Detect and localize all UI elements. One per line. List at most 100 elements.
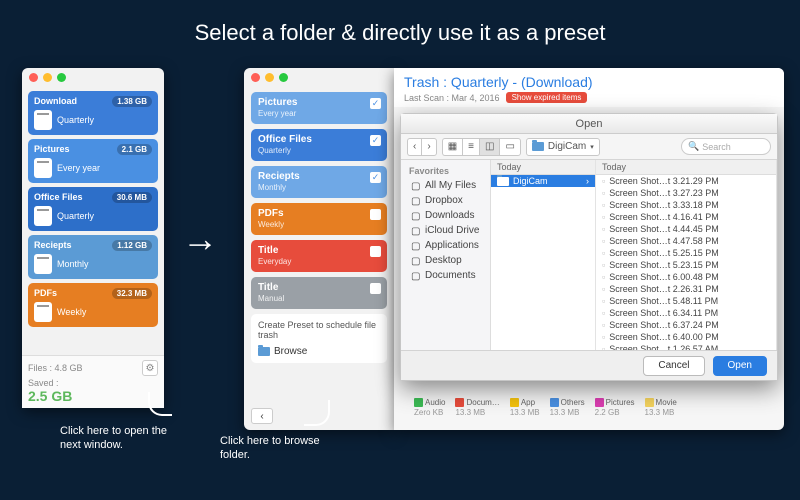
preset-card[interactable]: TitleManual: [251, 277, 387, 309]
column-item[interactable]: ▫Screen Shot…t 6.34.11 PM: [596, 307, 776, 319]
view-cover-button[interactable]: ▭: [499, 138, 520, 156]
column-item[interactable]: DigiCam›: [491, 175, 595, 187]
view-list-button[interactable]: ≡: [462, 138, 479, 156]
legend-item: Others13.3 MB: [550, 398, 585, 417]
cancel-button[interactable]: Cancel: [643, 356, 704, 376]
sidebar-item[interactable]: ▢Applications: [401, 238, 490, 253]
zoom-icon[interactable]: [279, 73, 288, 82]
preset-window-expanded: PicturesEvery year ✓ Office FilesQuarterl…: [244, 68, 394, 430]
legend-item: Pictures2.2 GB: [595, 398, 635, 417]
view-columns-button[interactable]: ◫: [479, 138, 499, 156]
file-icon: ▫: [602, 260, 605, 270]
preset-card[interactable]: Office FilesQuarterly ✓: [251, 129, 387, 161]
arrow-icon: →: [182, 218, 218, 260]
search-icon: 🔍: [688, 141, 699, 152]
checkbox-icon[interactable]: [370, 246, 381, 257]
preset-card[interactable]: Download1.38 GB Quarterly: [28, 91, 158, 135]
checkbox-icon[interactable]: ✓: [370, 172, 381, 183]
preset-card[interactable]: TitleEveryday: [251, 240, 387, 272]
saved-label: Saved :: [28, 378, 59, 388]
browse-button[interactable]: Browse: [258, 346, 380, 357]
view-icons-button[interactable]: ▦: [442, 138, 462, 156]
sidebar-item[interactable]: ▢Dropbox: [401, 193, 490, 208]
file-icon: ▫: [602, 176, 605, 186]
minimize-icon[interactable]: [265, 73, 274, 82]
saved-amount: 2.5 GB: [28, 388, 72, 404]
sidebar-item[interactable]: ▢Downloads: [401, 208, 490, 223]
file-icon: ▫: [602, 200, 605, 210]
folder-icon: [258, 347, 270, 356]
legend-item: Docum…13.3 MB: [455, 398, 499, 417]
legend-item: AudioZero KB: [414, 398, 445, 417]
sidebar-item[interactable]: ▢Desktop: [401, 253, 490, 268]
files-total: Files : 4.8 GB: [28, 363, 83, 373]
column-item[interactable]: ▫Screen Shot…t 5.23.15 PM: [596, 259, 776, 271]
preset-card[interactable]: PDFsWeekly: [251, 203, 387, 235]
close-icon[interactable]: [29, 73, 38, 82]
dialog-title: Open: [401, 114, 777, 134]
preset-card[interactable]: RecieptsMonthly ✓: [251, 166, 387, 198]
sidebar-icon: ▢: [411, 256, 421, 266]
forward-button[interactable]: ›: [421, 138, 436, 156]
sidebar-icon: ▢: [411, 211, 421, 221]
last-scan: Last Scan : Mar 4, 2016: [404, 93, 500, 103]
preset-card[interactable]: PDFs32.3 MB Weekly: [28, 283, 158, 327]
column-item[interactable]: ▫Screen Shot…t 2.26.31 PM: [596, 283, 776, 295]
sidebar-icon: ▢: [411, 181, 421, 191]
column-item[interactable]: ▫Screen Shot…t 3.27.23 PM: [596, 187, 776, 199]
preset-card[interactable]: Reciepts1.12 GB Monthly: [28, 235, 158, 279]
file-icon: ▫: [602, 212, 605, 222]
open-file-dialog: Open ‹ › ▦ ≡ ◫ ▭ DigiCam ▾ 🔍 Search Favo…: [400, 113, 778, 381]
traffic-lights[interactable]: [244, 68, 394, 87]
column-header: Today: [596, 160, 776, 175]
open-button[interactable]: Open: [713, 356, 767, 376]
preset-window-small: Download1.38 GB QuarterlyPictures2.1 GB …: [22, 68, 164, 408]
column-item[interactable]: ▫Screen Shot…t 5.25.15 PM: [596, 247, 776, 259]
column-item[interactable]: ▫Screen Shot…t 3.21.29 PM: [596, 175, 776, 187]
column-item[interactable]: ▫Screen Shot…t 1.26.57 AM: [596, 343, 776, 350]
back-button[interactable]: ‹: [407, 138, 421, 156]
traffic-lights[interactable]: [22, 68, 164, 87]
column-header: Today: [491, 160, 595, 175]
legend-item: Movie13.3 MB: [645, 398, 677, 417]
chevron-left-icon[interactable]: ‹: [251, 408, 273, 424]
column-item[interactable]: ▫Screen Shot…t 5.48.11 PM: [596, 295, 776, 307]
gear-icon[interactable]: ⚙: [142, 360, 158, 376]
checkbox-icon[interactable]: [370, 283, 381, 294]
checkbox-icon[interactable]: ✓: [370, 98, 381, 109]
column-item[interactable]: ▫Screen Shot…t 6.37.24 PM: [596, 319, 776, 331]
column-item[interactable]: ▫Screen Shot…t 4.16.41 PM: [596, 211, 776, 223]
preset-card[interactable]: Pictures2.1 GB Every year: [28, 139, 158, 183]
detail-title: Trash : Quarterly - (Download): [404, 74, 774, 90]
file-icon: ▫: [602, 272, 605, 282]
chevron-right-icon: ›: [586, 176, 589, 186]
sidebar-item[interactable]: ▢All My Files: [401, 178, 490, 193]
zoom-icon[interactable]: [57, 73, 66, 82]
dialog-toolbar: ‹ › ▦ ≡ ◫ ▭ DigiCam ▾ 🔍 Search: [401, 134, 777, 160]
chevron-down-icon: ▾: [590, 143, 594, 151]
trash-icon: [34, 110, 52, 130]
search-input[interactable]: 🔍 Search: [681, 138, 771, 155]
folder-dropdown[interactable]: DigiCam ▾: [526, 138, 600, 156]
column-item[interactable]: ▫Screen Shot…t 6.00.48 PM: [596, 271, 776, 283]
minimize-icon[interactable]: [43, 73, 52, 82]
preset-card[interactable]: Office Files30.6 MB Quarterly: [28, 187, 158, 231]
column-item[interactable]: ▫Screen Shot…t 4.47.58 PM: [596, 235, 776, 247]
sidebar-item[interactable]: ▢Documents: [401, 268, 490, 283]
close-icon[interactable]: [251, 73, 260, 82]
annotation-gear: Click here to open the next window.: [60, 425, 190, 453]
checkbox-icon[interactable]: [370, 209, 381, 220]
preset-card[interactable]: PicturesEvery year ✓: [251, 92, 387, 124]
sidebar-item[interactable]: ▢iCloud Drive: [401, 223, 490, 238]
show-expired-button[interactable]: Show expired items: [506, 92, 588, 103]
file-icon: ▫: [602, 188, 605, 198]
file-icon: ▫: [602, 320, 605, 330]
column-item[interactable]: ▫Screen Shot…t 6.40.00 PM: [596, 331, 776, 343]
file-icon: ▫: [602, 224, 605, 234]
annotation-browse: Click here to browse folder.: [220, 435, 350, 463]
checkbox-icon[interactable]: ✓: [370, 135, 381, 146]
column-item[interactable]: ▫Screen Shot…t 3.33.18 PM: [596, 199, 776, 211]
file-icon: ▫: [602, 248, 605, 258]
headline: Select a folder & directly use it as a p…: [0, 0, 800, 60]
column-item[interactable]: ▫Screen Shot…t 4.44.45 PM: [596, 223, 776, 235]
